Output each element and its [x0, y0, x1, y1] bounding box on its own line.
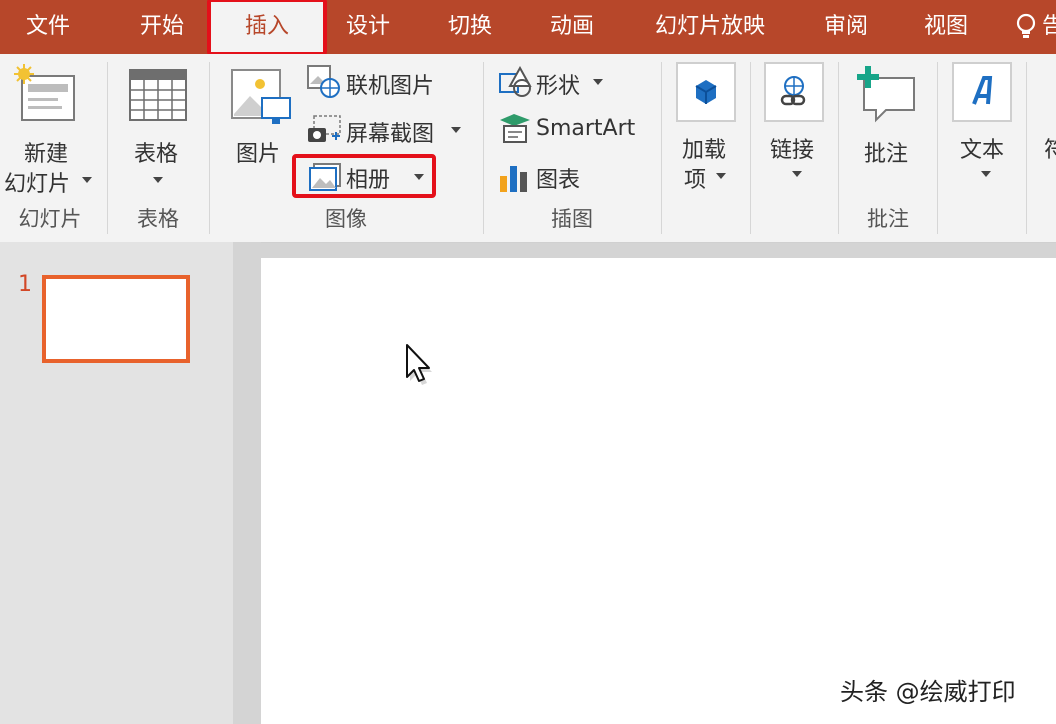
text-dropdown-icon[interactable] [981, 171, 991, 177]
lightbulb-icon[interactable] [1014, 13, 1038, 41]
new-slide-label[interactable]: 新建 [24, 136, 68, 168]
pictures-label[interactable]: 图片 [236, 136, 280, 168]
group-divider [1026, 62, 1027, 234]
photo-album-highlight [292, 154, 436, 198]
new-slide-dropdown-icon[interactable] [82, 177, 92, 183]
tab-review[interactable]: 审阅 [800, 0, 892, 54]
smartart-icon[interactable] [498, 112, 532, 144]
slides-group-label: 幻灯片 [18, 207, 82, 231]
pane-splitter[interactable] [233, 242, 261, 724]
add-ins-label[interactable]: 加载 [682, 132, 726, 164]
new-slide-label-2[interactable]: 幻灯片 [4, 166, 70, 198]
pictures-icon[interactable] [230, 66, 292, 130]
insert-tab-highlight [207, 0, 327, 56]
tab-view[interactable]: 视图 [900, 0, 992, 54]
mouse-cursor-icon [406, 344, 432, 385]
tables-group-label: 表格 [137, 207, 179, 231]
links-dropdown-icon[interactable] [792, 171, 802, 177]
chart-label[interactable]: 图表 [536, 162, 580, 194]
group-divider [838, 62, 839, 234]
online-pictures-icon[interactable] [306, 64, 340, 98]
text-label[interactable]: 文本 [960, 132, 1004, 164]
screenshot-dropdown-icon[interactable] [451, 127, 461, 133]
group-divider [661, 62, 662, 234]
smartart-label[interactable]: SmartArt [536, 116, 635, 141]
chart-icon[interactable] [498, 162, 530, 192]
tell-me-label[interactable]: 告 [1042, 0, 1056, 54]
comment-label[interactable]: 批注 [864, 136, 908, 168]
watermark-text: 头条 @绘威打印 [840, 678, 1016, 706]
slide-thumbnail[interactable] [42, 275, 190, 363]
shapes-label[interactable]: 形状 [536, 68, 580, 100]
illustrations-group-label: 插图 [551, 207, 593, 231]
new-comment-icon[interactable] [856, 64, 918, 124]
online-pictures-label[interactable]: 联机图片 [346, 68, 434, 100]
tab-transitions[interactable]: 切换 [424, 0, 516, 54]
add-ins-dropdown-icon[interactable] [716, 173, 726, 179]
group-divider [937, 62, 938, 234]
powerpoint-window: 文件 开始 插入 设计 切换 动画 幻灯片放映 审阅 视图 告 新建 幻灯片 幻… [0, 0, 1056, 724]
link-icon[interactable] [764, 62, 824, 122]
table-label[interactable]: 表格 [134, 136, 178, 168]
tab-design[interactable]: 设计 [322, 0, 414, 54]
links-label[interactable]: 链接 [770, 132, 814, 164]
table-dropdown-icon[interactable] [153, 177, 163, 183]
add-ins-label-2[interactable]: 项 [684, 162, 706, 194]
shapes-dropdown-icon[interactable] [593, 79, 603, 85]
comments-group-label: 批注 [867, 207, 909, 231]
ribbon-tab-bar: 文件 开始 插入 设计 切换 动画 幻灯片放映 审阅 视图 告 [0, 0, 1056, 56]
ribbon-insert: 新建 幻灯片 幻灯片 表格 表格 图片 联机图片 屏幕截图 相册 图像 形状 S… [0, 54, 1056, 243]
new-slide-icon [14, 64, 75, 121]
tab-file[interactable]: 文件 [0, 0, 96, 54]
screenshot-icon[interactable] [306, 114, 342, 144]
symbols-label[interactable]: 符 [1044, 132, 1056, 164]
text-icon[interactable] [952, 62, 1012, 122]
slide-canvas[interactable] [261, 258, 1056, 724]
tab-slide-show[interactable]: 幻灯片放映 [640, 0, 780, 54]
tab-animations[interactable]: 动画 [526, 0, 618, 54]
group-divider [750, 62, 751, 234]
shapes-icon[interactable] [498, 66, 532, 98]
screenshot-label[interactable]: 屏幕截图 [346, 116, 434, 148]
images-group-label: 图像 [325, 207, 367, 231]
table-icon[interactable] [128, 68, 188, 122]
add-ins-icon[interactable] [676, 62, 736, 122]
tab-home[interactable]: 开始 [114, 0, 210, 54]
slide-number: 1 [18, 272, 32, 297]
